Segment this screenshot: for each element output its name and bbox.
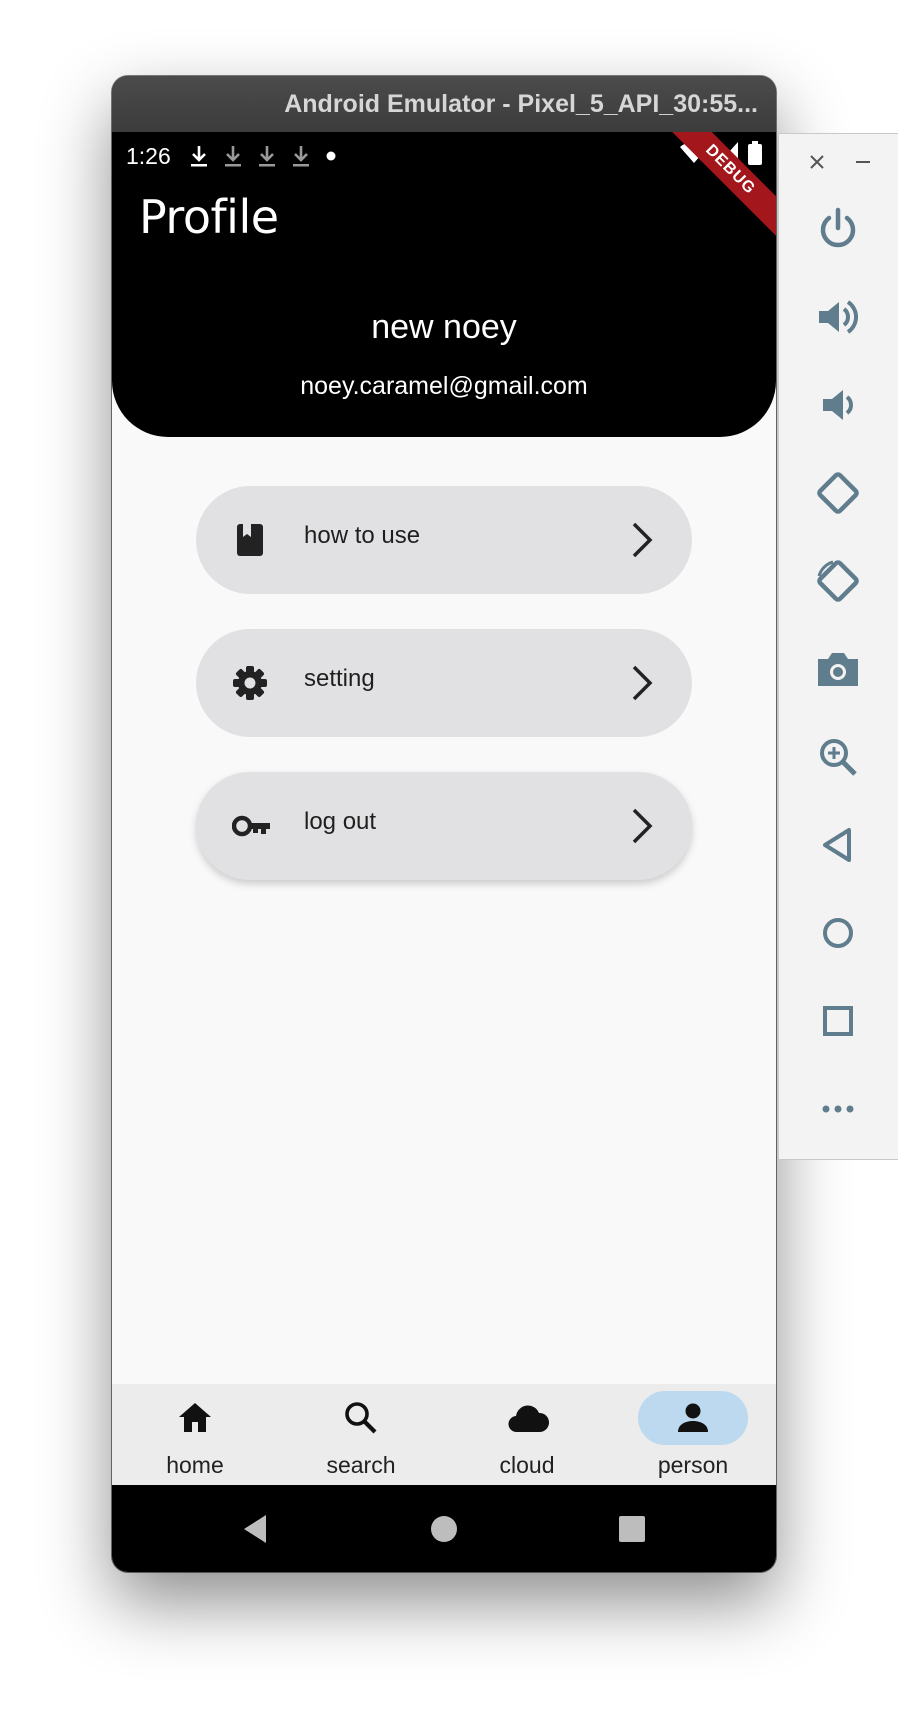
cloud-icon: [507, 1400, 550, 1436]
download-icon: [257, 144, 277, 168]
minimize-icon[interactable]: [851, 150, 875, 174]
menu-item-setting[interactable]: setting: [196, 629, 692, 737]
device-screen: 1:26 DEBUG Profile new noey noey.caramel…: [112, 132, 776, 1572]
back-icon[interactable]: [813, 820, 863, 870]
status-bar: 1:26: [126, 140, 762, 172]
home-circle-icon[interactable]: [426, 1511, 462, 1547]
volume-up-icon[interactable]: [813, 292, 863, 342]
overview-icon[interactable]: [813, 996, 863, 1046]
chevron-right-icon: [630, 520, 654, 560]
back-triangle-icon[interactable]: [238, 1511, 274, 1547]
menu-item-label: log out: [304, 808, 377, 835]
window-title: Android Emulator - Pixel_5_API_30:55...: [284, 89, 758, 118]
menu-item-label: how to use: [304, 522, 421, 549]
status-time: 1:26: [126, 142, 171, 169]
more-icon[interactable]: [813, 1084, 863, 1134]
window-titlebar[interactable]: Android Emulator - Pixel_5_API_30:55...: [112, 76, 776, 132]
chevron-right-icon: [630, 663, 654, 703]
home-icon[interactable]: [813, 908, 863, 958]
menu-item-log-out[interactable]: log out: [196, 772, 692, 880]
nav-item-search[interactable]: search: [278, 1384, 444, 1485]
nav-label: person: [657, 1452, 729, 1478]
book-icon: [232, 522, 268, 558]
person-icon: [675, 1400, 711, 1436]
chevron-right-icon: [630, 806, 654, 846]
download-icon: [189, 144, 209, 168]
home-icon: [177, 1400, 213, 1436]
close-icon[interactable]: [805, 150, 829, 174]
menu-item-label: setting: [304, 665, 375, 692]
volume-down-icon[interactable]: [813, 380, 863, 430]
notification-dot-icon: [325, 150, 337, 162]
power-icon[interactable]: [813, 204, 863, 254]
key-icon: [231, 808, 270, 844]
rotate-right-icon[interactable]: [813, 556, 863, 606]
search-icon: [343, 1400, 379, 1436]
bottom-nav: home search cloud person: [112, 1384, 776, 1485]
recents-square-icon[interactable]: [614, 1511, 650, 1547]
gear-icon: [232, 665, 268, 701]
download-icon: [223, 144, 243, 168]
rotate-left-icon[interactable]: [813, 468, 863, 518]
nav-label: cloud: [499, 1452, 555, 1478]
menu-item-how-to-use[interactable]: how to use: [196, 486, 692, 594]
battery-icon: [748, 141, 762, 171]
download-icon: [291, 144, 311, 168]
emulator-window: Android Emulator - Pixel_5_API_30:55... …: [112, 76, 776, 1572]
nav-item-person[interactable]: person: [610, 1384, 776, 1485]
nav-item-home[interactable]: home: [112, 1384, 278, 1485]
user-email: noey.caramel@gmail.com: [300, 372, 588, 400]
page-title: Profile: [139, 190, 279, 244]
camera-icon[interactable]: [813, 644, 863, 694]
nav-label: home: [166, 1452, 224, 1478]
nav-item-cloud[interactable]: cloud: [444, 1384, 610, 1485]
profile-header: 1:26 DEBUG Profile new noey noey.caramel…: [112, 132, 776, 437]
emulator-toolbar: [778, 133, 898, 1160]
user-name: new noey: [371, 308, 517, 346]
system-nav-bar: [112, 1485, 776, 1572]
zoom-icon[interactable]: [813, 732, 863, 782]
nav-label: search: [326, 1452, 396, 1478]
